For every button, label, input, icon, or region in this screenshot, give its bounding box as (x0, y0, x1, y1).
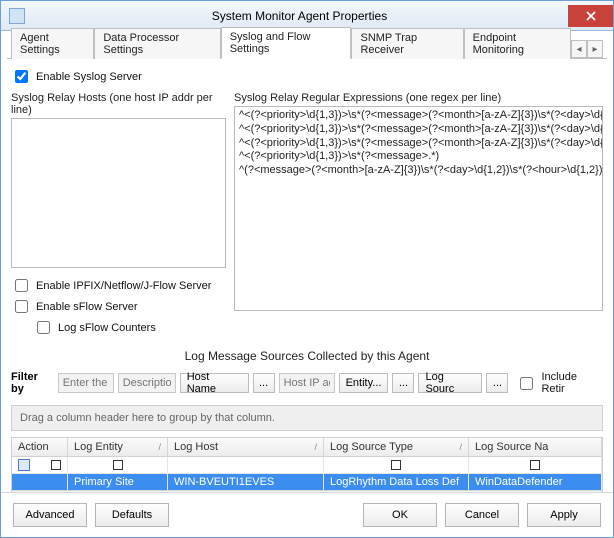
enable-sflow-label: Enable sFlow Server (36, 301, 138, 313)
filter-cell-icon[interactable] (51, 460, 61, 470)
filter-name-input[interactable] (58, 373, 114, 393)
col-name[interactable]: Log Source Na (469, 438, 602, 456)
close-icon (585, 10, 597, 22)
host-name-browse[interactable]: ... (253, 373, 275, 393)
ok-button[interactable]: OK (363, 503, 437, 527)
apply-button[interactable]: Apply (527, 503, 601, 527)
tab-strip: Agent Settings Data Processor Settings S… (7, 35, 607, 59)
edit-row-icon[interactable] (18, 459, 30, 471)
group-by-bar[interactable]: Drag a column header here to group by th… (11, 405, 603, 431)
section-heading: Log Message Sources Collected by this Ag… (11, 349, 603, 363)
window-title: System Monitor Agent Properties (31, 9, 568, 23)
cell-host: WIN-BVEUTI1EVES (168, 474, 324, 490)
include-retired-checkbox[interactable]: Include Retir (516, 371, 603, 395)
tab-syslog-flow[interactable]: Syslog and Flow Settings (221, 27, 352, 59)
log-source-browse[interactable]: ... (486, 373, 508, 393)
table-row[interactable]: Primary Site WIN-BVEUTI1EVES LogRhythm D… (12, 474, 602, 490)
enable-sflow-input[interactable] (15, 300, 28, 313)
sources-table: Action Log Entity/ Log Host/ Log Source … (11, 437, 603, 492)
relay-hosts-label: Syslog Relay Hosts (one host IP addr per… (11, 92, 226, 116)
cancel-button[interactable]: Cancel (445, 503, 519, 527)
tab-scroll-right[interactable]: ▸ (587, 40, 603, 58)
group-by-hint: Drag a column header here to group by th… (20, 412, 275, 424)
app-icon (9, 8, 25, 24)
defaults-button[interactable]: Defaults (95, 503, 169, 527)
filter-hostip-input[interactable] (279, 373, 335, 393)
filter-row[interactable] (12, 457, 602, 474)
filter-cell-icon[interactable] (391, 460, 401, 470)
filter-bar: Filter by Host Name ... Entity... ... Lo… (11, 369, 603, 397)
filter-cell-icon[interactable] (113, 460, 123, 470)
filter-desc-input[interactable] (118, 373, 176, 393)
cell-name: WinDataDefender (469, 474, 602, 490)
scroll-right-icon[interactable]: ▸ (586, 492, 602, 493)
host-name-button[interactable]: Host Name (180, 373, 249, 393)
enable-ipfix-checkbox[interactable]: Enable IPFIX/Netflow/J-Flow Server (11, 276, 226, 295)
col-entity[interactable]: Log Entity/ (68, 438, 168, 456)
table-header: Action Log Entity/ Log Host/ Log Source … (12, 438, 602, 457)
entity-button[interactable]: Entity... (339, 373, 389, 393)
enable-syslog-checkbox[interactable]: Enable Syslog Server (11, 67, 603, 86)
tab-snmp-trap[interactable]: SNMP Trap Receiver (351, 28, 463, 59)
enable-ipfix-label: Enable IPFIX/Netflow/J-Flow Server (36, 280, 211, 292)
log-sflow-label: Log sFlow Counters (58, 322, 156, 334)
enable-sflow-checkbox[interactable]: Enable sFlow Server (11, 297, 226, 316)
filter-cell-icon[interactable] (530, 460, 540, 470)
enable-syslog-input[interactable] (15, 70, 28, 83)
entity-browse[interactable]: ... (392, 373, 414, 393)
relay-regex-label: Syslog Relay Regular Expressions (one re… (234, 92, 603, 104)
tab-scroll-left[interactable]: ◂ (571, 40, 587, 58)
button-bar: Advanced Defaults OK Cancel Apply (1, 492, 613, 537)
relay-hosts-textarea[interactable] (11, 118, 226, 268)
col-type[interactable]: Log Source Type/ (324, 438, 469, 456)
log-sflow-checkbox[interactable]: Log sFlow Counters (33, 318, 226, 337)
advanced-button[interactable]: Advanced (13, 503, 87, 527)
enable-ipfix-input[interactable] (15, 279, 28, 292)
col-action[interactable]: Action (12, 438, 68, 456)
tab-agent-settings[interactable]: Agent Settings (11, 28, 94, 59)
tab-data-processor[interactable]: Data Processor Settings (94, 28, 220, 59)
include-retired-label: Include Retir (541, 371, 603, 395)
filter-by-label: Filter by (11, 371, 54, 395)
cell-type: LogRhythm Data Loss Def (324, 474, 469, 490)
close-button[interactable] (568, 5, 613, 27)
log-sflow-input[interactable] (37, 321, 50, 334)
cell-entity: Primary Site (68, 474, 168, 490)
horizontal-scrollbar[interactable]: ◂ ▸ (12, 490, 602, 492)
tab-endpoint-monitoring[interactable]: Endpoint Monitoring (464, 28, 571, 59)
log-source-button[interactable]: Log Sourc (418, 373, 482, 393)
relay-regex-textarea[interactable]: ^<(?<priority>\d{1,3})>\s*(?<message>(?<… (234, 106, 603, 311)
scroll-left-icon[interactable]: ◂ (12, 492, 28, 493)
col-host[interactable]: Log Host/ (168, 438, 324, 456)
enable-syslog-label: Enable Syslog Server (36, 71, 142, 83)
include-retired-input[interactable] (520, 377, 533, 390)
